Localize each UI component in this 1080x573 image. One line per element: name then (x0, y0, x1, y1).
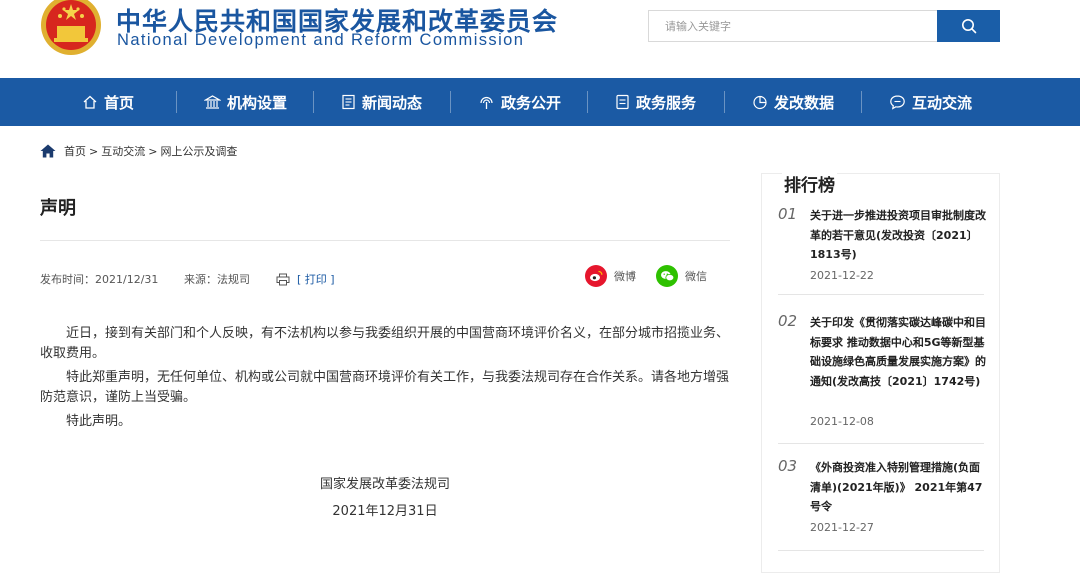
nav-separator (176, 91, 177, 113)
rank-date: 2021-12-22 (810, 269, 874, 282)
breadcrumb-separator: > (148, 144, 158, 158)
article-source: 来源：法规司 (184, 273, 250, 286)
rank-divider (778, 443, 984, 444)
weibo-icon (585, 265, 607, 287)
rank-date: 2021-12-08 (810, 415, 874, 428)
breadcrumb-separator: > (89, 144, 99, 158)
breadcrumb-interaction[interactable]: 互动交流 (101, 143, 145, 159)
sidebar-title: 排行榜 (782, 171, 837, 196)
article-content: 近日，接到有关部门和个人反映，有不法机构以参与我委组织开展的中国营商环境评价名义… (40, 324, 730, 436)
breadcrumb: 首页 > 互动交流 > 网上公示及调查 (40, 143, 237, 159)
nav-separator (861, 91, 862, 113)
nav-item-home[interactable]: 首页 (82, 78, 134, 126)
nav-item-label: 政务服务 (636, 93, 697, 112)
publish-time: 发布时间：2021/12/31 (40, 273, 159, 286)
nav-separator (724, 91, 725, 113)
nav-item-interaction[interactable]: 互动交流 (889, 78, 972, 126)
site-header: 中华人民共和国国家发展和改革委员会 National Development a… (0, 0, 1080, 78)
national-emblem-icon[interactable] (40, 0, 102, 56)
building-icon (204, 95, 221, 109)
ranking-sidebar: 排行榜 01 关于进一步推进投资项目审批制度改革的若干意见(发改投资〔2021〕… (761, 171, 1000, 573)
nav-separator (587, 91, 588, 113)
search-icon (961, 19, 976, 34)
article-signature: 国家发展改革委法规司 (319, 477, 450, 492)
nav-item-label: 互动交流 (912, 93, 973, 112)
nav-item-label: 发改数据 (774, 93, 835, 112)
news-icon (342, 94, 355, 110)
nav-item-news[interactable]: 新闻动态 (341, 78, 422, 126)
rank-link[interactable]: 《外商投资准入特别管理措施(负面清单)(2021年版)》 2021年第47号令 (810, 458, 990, 517)
rank-date: 2021-12-27 (810, 521, 874, 534)
article-paragraph: 近日，接到有关部门和个人反映，有不法机构以参与我委组织开展的中国营商环境评价名义… (40, 326, 730, 361)
article-paragraph: 特此声明。 (66, 414, 132, 429)
chat-icon (890, 95, 905, 110)
home-icon (83, 95, 97, 109)
breadcrumb-home[interactable]: 首页 (64, 143, 86, 159)
rank-number: 03 (778, 457, 798, 475)
home-icon (40, 144, 56, 158)
rank-divider (778, 294, 984, 295)
pie-chart-icon (753, 95, 767, 110)
article-paragraph: 特此郑重声明，无任何单位、机构或公司就中国营商环境评价有关工作，与我委法规司存在… (40, 370, 730, 405)
nav-item-label: 首页 (104, 93, 135, 112)
nav-separator (450, 91, 451, 113)
print-button[interactable]: [ 打印 ] (276, 271, 335, 287)
nav-item-government-affairs[interactable]: 政务公开 (478, 78, 561, 126)
site-title-en[interactable]: National Development and Reform Commissi… (117, 31, 524, 50)
share-weibo-button[interactable]: 微博 (585, 265, 636, 287)
rank-divider (778, 550, 984, 551)
breadcrumb-current[interactable]: 网上公示及调查 (160, 143, 237, 159)
share-weibo-label: 微博 (614, 270, 636, 283)
rank-link[interactable]: 关于进一步推进投资项目审批制度改革的若干意见(发改投资〔2021〕1813号) (810, 206, 990, 265)
main-nav: 首页 机构设置 新闻动态 政务公开 政务服务 发改数据 互动交流 (0, 78, 1080, 126)
search-box (648, 10, 938, 42)
wechat-icon (656, 265, 678, 287)
nav-item-services[interactable]: 政务服务 (615, 78, 696, 126)
broadcast-icon (480, 96, 493, 109)
search-input[interactable] (649, 11, 938, 41)
nav-item-data[interactable]: 发改数据 (752, 78, 834, 126)
share-wechat-button[interactable]: 微信 (656, 265, 707, 287)
nav-separator (313, 91, 314, 113)
article-title: 声明 (40, 198, 76, 219)
rank-number: 01 (778, 205, 798, 223)
print-label: [ 打印 ] (297, 273, 335, 286)
nav-item-label: 新闻动态 (362, 93, 423, 112)
rank-link[interactable]: 关于印发《贯彻落实碳达峰碳中和目标要求 推动数据中心和5G等新型基础设施绿色高质… (810, 313, 990, 391)
nav-item-label: 政务公开 (501, 93, 562, 112)
share-wechat-label: 微信 (685, 270, 707, 283)
search-button[interactable] (937, 10, 1000, 42)
article-date: 2021年12月31日 (332, 504, 438, 519)
document-icon (616, 94, 629, 110)
nav-item-label: 机构设置 (227, 93, 288, 112)
rank-number: 02 (778, 312, 798, 330)
printer-icon (276, 273, 290, 285)
title-divider (40, 240, 730, 241)
nav-item-organization[interactable]: 机构设置 (204, 78, 287, 126)
